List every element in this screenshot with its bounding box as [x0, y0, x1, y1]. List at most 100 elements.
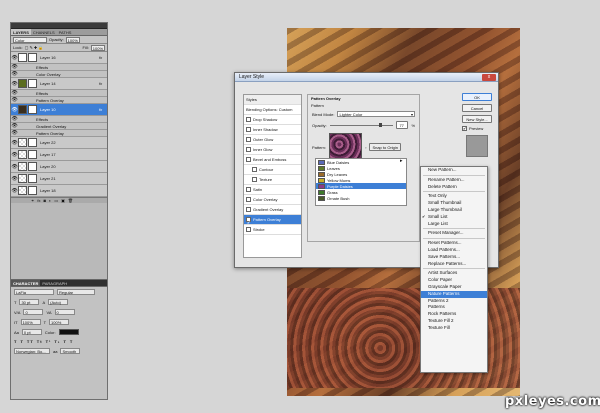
layer-row[interactable]: 👁 Layer 17	[11, 149, 107, 161]
style-list-item[interactable]: Texture	[244, 175, 301, 185]
layer-mask-thumbnail[interactable]	[28, 105, 37, 114]
small-caps-icon[interactable]: Tt	[37, 339, 43, 344]
eye-icon[interactable]: 👁	[11, 188, 18, 194]
faux-italic-icon[interactable]: T	[20, 339, 23, 344]
folder-icon[interactable]: ▭	[54, 198, 58, 203]
eye-icon[interactable]: 👁	[11, 97, 18, 103]
tab-channels[interactable]: CHANNELS	[31, 29, 57, 35]
fill-field[interactable]: 100%	[90, 44, 105, 51]
style-checkbox[interactable]	[246, 197, 251, 202]
menu-item[interactable]: Patterns 2	[421, 298, 487, 305]
style-checkbox[interactable]	[246, 117, 251, 122]
eye-icon[interactable]: 👁	[11, 90, 18, 96]
styles-list-header[interactable]: Styles	[244, 95, 301, 105]
fx-icon[interactable]: fx	[99, 55, 107, 60]
preview-option[interactable]: ✔ Preview	[462, 126, 492, 131]
menu-item[interactable]: Nature Patterns	[421, 290, 487, 298]
style-checkbox[interactable]	[246, 147, 251, 152]
blend-mode-select[interactable]: Color	[13, 36, 47, 43]
preview-checkbox[interactable]: ✔	[462, 126, 467, 131]
kerning-field[interactable]: 0	[23, 309, 44, 315]
eye-icon[interactable]: 👁	[11, 176, 18, 182]
cancel-button[interactable]: Cancel	[462, 104, 492, 112]
fx-icon[interactable]: fx	[37, 198, 40, 203]
style-list-item[interactable]: Inner Shadow	[244, 125, 301, 135]
font-size-field[interactable]: 30 pt	[19, 299, 40, 305]
blend-mode-dropdown[interactable]: Lighter Color ▾	[337, 111, 415, 117]
opacity-slider[interactable]	[329, 122, 394, 127]
tab-paragraph[interactable]: PARAGRAPH	[40, 280, 69, 286]
layer-row[interactable]: 👁 Layer 22	[11, 137, 107, 149]
menu-item[interactable]: Preset Manager...	[421, 230, 487, 237]
tab-character[interactable]: CHARACTER	[11, 280, 41, 286]
style-checkbox[interactable]	[252, 177, 257, 182]
menu-item[interactable]: Load Patterns...	[421, 247, 487, 254]
faux-bold-icon[interactable]: T	[14, 339, 17, 344]
menu-item[interactable]: Large List	[421, 221, 487, 228]
vertical-scale-field[interactable]: 100%	[20, 319, 41, 325]
menu-item[interactable]: Reset Patterns...	[421, 240, 487, 247]
adjustment-icon[interactable]: ◐	[49, 198, 51, 203]
style-list-item[interactable]: Drop Shadow	[244, 115, 301, 125]
layer-mask-thumbnail[interactable]	[28, 174, 37, 183]
pattern-preview-swatch[interactable]	[329, 133, 363, 161]
style-list-item[interactable]: Contour	[244, 165, 301, 175]
leading-field[interactable]: (Auto)	[48, 299, 69, 305]
baseline-field[interactable]: 0 pt	[21, 329, 42, 335]
style-checkbox[interactable]	[246, 127, 251, 132]
menu-item[interactable]: Rename Pattern...	[421, 177, 487, 184]
menu-item[interactable]: Delete Pattern	[421, 184, 487, 191]
eye-icon[interactable]: 👁	[11, 140, 18, 146]
layer-mask-thumbnail[interactable]	[28, 162, 37, 171]
layer-mask-thumbnail[interactable]	[28, 53, 37, 62]
superscript-icon[interactable]: T¹	[46, 339, 52, 344]
menu-item[interactable]: Large Thumbnail	[421, 207, 487, 214]
menu-item[interactable]: Texture Fill 2	[421, 318, 487, 325]
opacity-field[interactable]: 100%	[65, 36, 80, 43]
style-list-item[interactable]: Bevel and Emboss	[244, 155, 301, 165]
layer-row[interactable]: 👁 Layer 18	[11, 185, 107, 197]
ok-button[interactable]: OK	[462, 93, 492, 101]
menu-item[interactable]: Text Only	[421, 193, 487, 200]
eye-icon[interactable]: 👁	[11, 164, 18, 170]
pattern-list-item[interactable]: Ornate Bush	[316, 195, 406, 201]
effect-row[interactable]: 👁 Color Overlay	[11, 71, 107, 78]
subscript-icon[interactable]: T₁	[54, 339, 60, 344]
eye-icon[interactable]: 👁	[11, 81, 18, 87]
menu-item[interactable]: Replace Patterns...	[421, 261, 487, 268]
layer-mask-thumbnail[interactable]	[28, 79, 37, 88]
menu-item[interactable]: Grayscale Paper	[421, 284, 487, 291]
effect-row[interactable]: 👁 Gradient Overlay	[11, 123, 107, 130]
style-checkbox[interactable]	[246, 137, 251, 142]
menu-item[interactable]: New Pattern...	[421, 167, 487, 174]
eye-icon[interactable]: 👁	[11, 71, 18, 77]
style-list-item[interactable]: Satin	[244, 185, 301, 195]
close-button[interactable]: x	[482, 74, 496, 81]
layer-row[interactable]: 👁 Layer 20	[11, 161, 107, 173]
eye-icon[interactable]: 👁	[11, 55, 18, 61]
style-checkbox[interactable]	[246, 187, 251, 192]
slider-handle[interactable]	[379, 122, 383, 127]
new-layer-icon[interactable]: ▣	[61, 198, 65, 203]
style-checkbox[interactable]	[252, 167, 257, 172]
style-list-item[interactable]: Blending Options: Custom	[244, 105, 301, 115]
layer-row[interactable]: 👁 Layer 14 fx	[11, 78, 107, 90]
style-list-item[interactable]: Gradient Overlay	[244, 205, 301, 215]
eye-icon[interactable]: 👁	[11, 123, 18, 129]
all-caps-icon[interactable]: TT	[27, 339, 34, 344]
font-style-select[interactable]: Regular	[57, 289, 95, 295]
eye-icon[interactable]: 👁	[11, 130, 18, 136]
style-list-item[interactable]: Inner Glow	[244, 145, 301, 155]
style-list-item[interactable]: Color Overlay	[244, 195, 301, 205]
menu-item[interactable]: Small Thumbnail	[421, 200, 487, 207]
effect-row[interactable]: 👁 Pattern Overlay	[11, 130, 107, 137]
eye-icon[interactable]: 👁	[11, 152, 18, 158]
text-color-swatch[interactable]	[58, 329, 79, 335]
dialog-title[interactable]: Layer Style	[235, 73, 498, 82]
menu-item[interactable]: Artist Surfaces	[421, 270, 487, 277]
style-checkbox[interactable]	[246, 227, 251, 232]
new-style-button[interactable]: New Style...	[462, 115, 492, 123]
style-checkbox[interactable]	[246, 207, 251, 212]
layer-row[interactable]: 👁 Layer 10 fx	[11, 104, 107, 116]
new-preset-icon[interactable]: ▫	[365, 145, 366, 150]
